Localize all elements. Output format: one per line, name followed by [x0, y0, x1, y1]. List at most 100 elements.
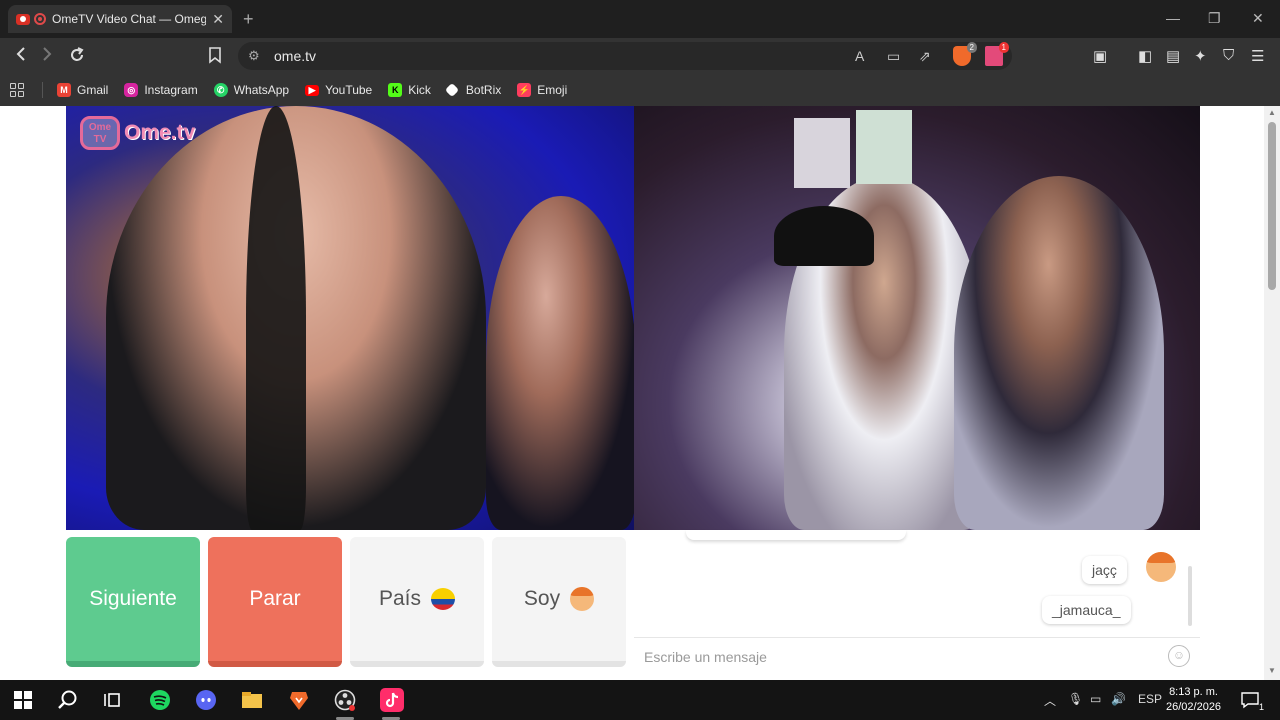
vpn-icon[interactable]: ⛉ — [1223, 47, 1234, 64]
notification-center-icon[interactable]: 1 — [1238, 688, 1264, 712]
country-button[interactable]: País — [350, 537, 484, 667]
instagram-icon: ◎ — [124, 83, 139, 97]
boy-face-icon — [570, 587, 595, 611]
new-tab-button[interactable]: + — [243, 9, 254, 30]
obs-icon[interactable] — [333, 688, 357, 712]
bookmark-instagram[interactable]: ◎ Instagram — [124, 83, 198, 97]
tab-search-icon[interactable]: ▣ — [1093, 47, 1107, 65]
page-scrollbar[interactable]: ▲ ▼ — [1264, 106, 1280, 680]
file-explorer-icon[interactable] — [240, 688, 264, 712]
tiktok-icon[interactable] — [380, 688, 404, 712]
next-button[interactable]: Siguiente — [66, 537, 200, 667]
bookmark-label: Instagram — [144, 83, 198, 97]
volume-icon[interactable]: 🔊 — [1111, 692, 1126, 706]
ometv-logo: Ome TV Ome.tv — [80, 116, 195, 150]
cap-shape — [774, 206, 874, 266]
botrix-icon — [444, 82, 459, 98]
site-settings-icon[interactable]: ⚙ — [248, 48, 274, 64]
bookmark-label: WhatsApp — [233, 83, 290, 97]
maximize-button[interactable]: ❐ — [1208, 10, 1221, 27]
bookmark-button[interactable] — [208, 46, 222, 68]
user-avatar-icon — [1146, 552, 1176, 582]
kick-icon: K — [388, 83, 403, 97]
chat-message: jaçç — [1082, 556, 1127, 584]
chat-panel: jaçç _jamauca_ ☺ — [634, 530, 1200, 676]
show-hidden-icons-icon[interactable]: ︿ — [1044, 692, 1056, 709]
translate-icon[interactable]: A — [855, 48, 864, 64]
close-window-button[interactable]: ✕ — [1252, 10, 1264, 27]
minimize-button[interactable]: — — [1166, 10, 1180, 26]
network-icon[interactable]: ▭ — [1090, 692, 1101, 706]
windows-taskbar: ︿ 🎙 ▭ 🔊 ESP 8:13 p. m. 26/02/2026 1 — [0, 680, 1280, 720]
ometv-page: Ome TV Ome.tv Siguiente Parar País Soy j… — [0, 106, 1264, 680]
bookmarks-separator — [42, 82, 43, 98]
emoji-picker-icon[interactable]: ☺ — [1168, 645, 1190, 667]
recording-icon — [34, 13, 46, 25]
gender-button[interactable]: Soy — [492, 537, 626, 667]
cast-icon[interactable]: ▭ — [887, 48, 900, 65]
system-clock[interactable]: 8:13 p. m. 26/02/2026 — [1166, 685, 1221, 715]
logo-tv-icon: Ome TV — [80, 116, 120, 150]
bookmark-label: Emoji — [537, 83, 568, 97]
colombia-flag-icon — [431, 588, 456, 610]
reload-button[interactable] — [68, 46, 86, 68]
browser-tab[interactable]: OmeTV Video Chat — Omegle ✕ — [8, 5, 232, 33]
back-button[interactable] — [14, 46, 28, 66]
gmail-icon: M — [57, 83, 71, 97]
bookmark-kick[interactable]: K Kick — [388, 83, 431, 97]
bookmark-botrix[interactable]: BotRix — [444, 82, 502, 98]
tab-strip: OmeTV Video Chat — Omegle ✕ + — ❐ ✕ — [0, 0, 1280, 38]
chat-scrollbar[interactable] — [1188, 566, 1192, 626]
url-text: ome.tv — [274, 48, 317, 64]
scroll-up-arrow-icon[interactable]: ▲ — [1268, 108, 1276, 117]
stop-button-label: Parar — [249, 587, 301, 610]
remote-video — [634, 106, 1200, 530]
youtube-favicon-icon — [16, 13, 30, 25]
local-video: Ome TV Ome.tv — [66, 106, 634, 530]
whatsapp-icon: ✆ — [213, 83, 228, 97]
previous-message — [686, 530, 906, 540]
scroll-down-arrow-icon[interactable]: ▼ — [1268, 666, 1276, 675]
bookmark-label: BotRix — [465, 83, 502, 97]
logo-text: Ome.tv — [124, 121, 196, 144]
bookmarks-bar: M Gmail ◎ Instagram ✆ WhatsApp ▶ YouTube… — [0, 74, 1280, 106]
tab-close-icon[interactable]: ✕ — [212, 11, 224, 28]
spotify-icon[interactable] — [148, 688, 172, 712]
task-view-icon[interactable] — [101, 688, 125, 712]
stop-button[interactable]: Parar — [208, 537, 342, 667]
message-input[interactable] — [644, 648, 1144, 665]
brave-rewards-icon[interactable]: 1 — [985, 42, 1009, 66]
scrollbar-thumb[interactable] — [1268, 122, 1276, 290]
bookmark-youtube[interactable]: ▶ YouTube — [305, 83, 372, 97]
wallet-icon[interactable]: ▤ — [1166, 47, 1180, 65]
toolbar: ⚙ ome.tv A ▭ ⇗ 2 1 ▣ ◧ ▤ ✦ ⛉ ☰ — [0, 38, 1280, 74]
next-button-label: Siguiente — [89, 587, 177, 610]
forward-button[interactable] — [40, 46, 54, 66]
leo-ai-icon[interactable]: ✦ — [1194, 47, 1207, 65]
shields-badge: 2 — [966, 42, 977, 53]
search-icon[interactable] — [56, 688, 80, 712]
windows-start-icon[interactable] — [11, 688, 35, 712]
bookmark-gmail[interactable]: M Gmail — [57, 83, 108, 97]
poster-image — [794, 118, 850, 188]
bookmark-emoji[interactable]: ⚡ Emoji — [517, 83, 567, 97]
gender-button-label: Soy — [523, 587, 561, 610]
share-icon[interactable]: ⇗ — [919, 48, 931, 65]
brave-shields-icon[interactable]: 2 — [953, 42, 977, 66]
chat-input-bar: ☺ — [634, 637, 1200, 675]
person-silhouette — [486, 196, 634, 530]
hair-silhouette — [246, 106, 306, 530]
rewards-badge: 1 — [998, 42, 1009, 53]
brave-browser-icon[interactable] — [287, 688, 311, 712]
bookmark-whatsapp[interactable]: ✆ WhatsApp — [213, 83, 290, 97]
tab-title: OmeTV Video Chat — Omegle — [52, 12, 207, 26]
bookmark-label: Gmail — [77, 83, 109, 97]
input-language[interactable]: ESP — [1138, 692, 1162, 706]
menu-icon[interactable]: ☰ — [1251, 47, 1264, 65]
bookmark-label: YouTube — [325, 83, 373, 97]
clock-time: 8:13 p. m. — [1169, 686, 1218, 698]
sidebar-icon[interactable]: ◧ — [1138, 47, 1152, 65]
discord-icon[interactable] — [194, 688, 218, 712]
microphone-icon[interactable]: 🎙 — [1068, 692, 1083, 706]
apps-grid-icon[interactable] — [10, 83, 24, 97]
